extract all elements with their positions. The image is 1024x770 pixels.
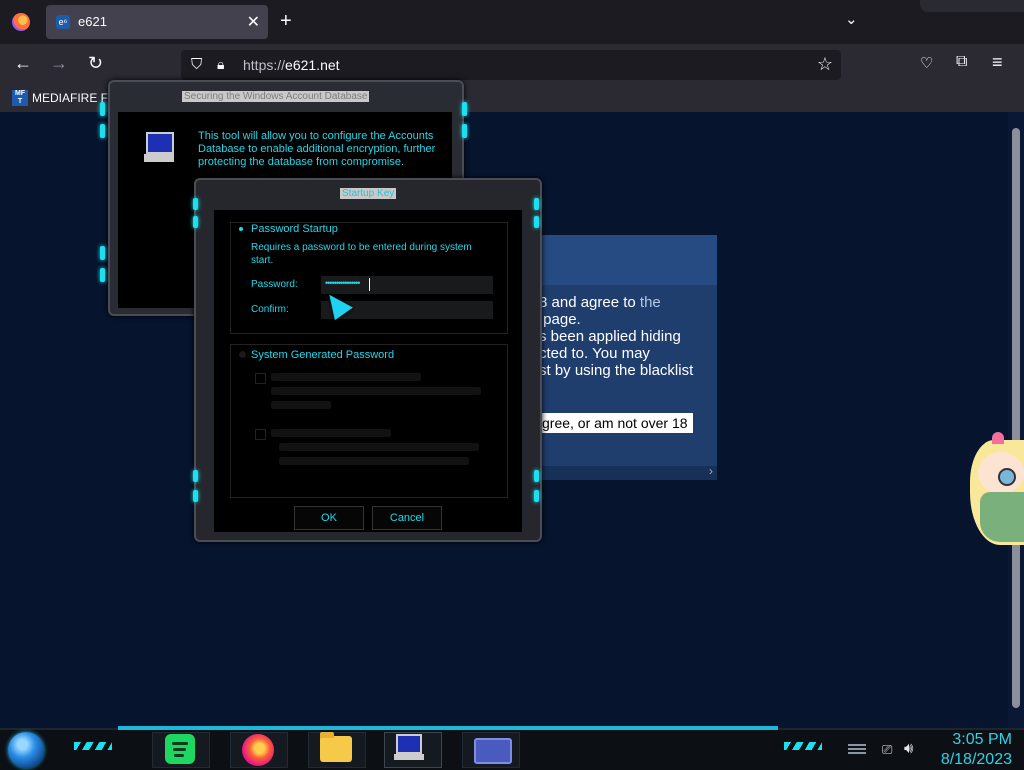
volume-speaker-icon[interactable]: 🔊︎ [904, 740, 913, 757]
account-database-tool-icon[interactable] [392, 734, 426, 762]
scroll-right-chevron-icon[interactable]: › [709, 464, 713, 478]
startup-key-dialog: Startup Key Password Startup Requires a … [193, 178, 542, 542]
dialog-body: Password Startup Requires a password to … [214, 210, 522, 532]
password-label: Password: [251, 279, 298, 290]
disabled-option-text [279, 443, 479, 451]
frame-light [193, 216, 198, 228]
clock-date: 8/18/2023 [940, 751, 1012, 768]
frame-light [534, 198, 539, 210]
new-tab-plus-icon[interactable]: + [280, 10, 292, 33]
mediafire-icon: MF T [12, 90, 28, 106]
extensions-puzzle-icon[interactable]: ⧉ [956, 53, 967, 71]
confirm-label: Confirm: [251, 304, 289, 315]
disabled-option-text [279, 457, 469, 465]
frame-light [100, 102, 105, 116]
system-generated-group: System Generated Password [230, 344, 508, 498]
disabled-option-checkbox [255, 429, 266, 440]
cancel-button[interactable]: Cancel [372, 506, 442, 530]
tab-close-icon[interactable]: ✕ [247, 12, 260, 32]
frame-light [462, 102, 467, 116]
address-bar[interactable]: ⛉ 🔒︎ https://e621.net ☆ [181, 50, 841, 80]
e621-favicon-icon: e⁶ [56, 15, 70, 29]
firefox-icon[interactable] [242, 734, 274, 766]
frame-light [100, 268, 105, 282]
list-all-tabs-chevron-down-icon[interactable]: ⌄ [845, 10, 858, 28]
start-orb-icon[interactable] [8, 732, 44, 768]
tab-title: e621 [78, 14, 107, 29]
computer-icon [144, 132, 178, 162]
tab-e621[interactable]: e⁶ e621 ✕ [46, 5, 268, 39]
desktop-mascot-character [962, 430, 1024, 550]
taskbar-decoration [784, 742, 822, 750]
network-icon[interactable]: ⎚ [882, 742, 892, 758]
system-generated-radio[interactable] [239, 351, 246, 358]
password-startup-radio[interactable] [239, 227, 243, 231]
lock-icon[interactable]: 🔒︎ [217, 56, 224, 73]
frame-light [193, 490, 198, 502]
ok-button[interactable]: OK [294, 506, 364, 530]
system-generated-label: System Generated Password [251, 349, 395, 361]
hamburger-menu-icon[interactable]: ≡ [992, 52, 1003, 73]
show-hidden-icons-icon[interactable] [848, 744, 866, 756]
url-text[interactable]: https://e621.net [243, 57, 340, 73]
system-clock[interactable]: 3:05 PM 8/18/2023 [930, 730, 1012, 770]
control-panel-card-icon[interactable] [474, 738, 512, 764]
tab-strip: e⁶ e621 ✕ + ⌄ [0, 0, 1024, 44]
age-gate-text: 8 and agree to the page. s been applied … [539, 294, 694, 379]
frame-light [462, 124, 467, 138]
password-input[interactable]: •••••••••••••••• [321, 276, 493, 294]
frame-light [534, 216, 539, 228]
disabled-option-text [271, 387, 481, 395]
window-title: Securing the Windows Account Database [182, 91, 370, 102]
page-scrollbar[interactable] [1008, 112, 1024, 728]
bookmark-star-icon[interactable]: ☆ [817, 54, 833, 75]
disabled-option-checkbox [255, 373, 266, 384]
frame-light [100, 124, 105, 138]
disabled-option-text [271, 373, 421, 381]
disabled-option-text [271, 429, 391, 437]
text-caret [369, 278, 370, 291]
frame-light [534, 490, 539, 502]
file-explorer-folder-icon[interactable] [320, 732, 352, 762]
back-arrow-icon[interactable]: ← [14, 53, 32, 74]
spotify-icon[interactable] [165, 734, 195, 764]
window-frame-decoration [920, 0, 1024, 12]
taskbar-glow-strip [118, 726, 778, 730]
pocket-icon[interactable]: ♡ [920, 54, 933, 72]
frame-light [193, 198, 198, 210]
password-startup-description: Requires a password to be entered during… [251, 242, 472, 266]
decline-button[interactable]: gree, or am not over 18 [539, 413, 693, 433]
page-scrollbar-thumb[interactable] [1012, 128, 1020, 708]
frame-light [534, 470, 539, 482]
clock-time: 3:05 PM [952, 731, 1012, 748]
disabled-option-text [271, 401, 331, 409]
age-gate-link[interactable]: the [640, 294, 661, 311]
reload-icon[interactable]: ↻ [88, 53, 103, 74]
frame-light [100, 246, 105, 260]
tracking-protection-shield-icon[interactable]: ⛉ [191, 56, 202, 73]
bookmark-label: MEDIAFIRE F [32, 91, 109, 105]
taskbar: ⎚ 🔊︎ 3:05 PM 8/18/2023 [0, 726, 1024, 770]
tool-description: This tool will allow you to configure th… [198, 130, 436, 168]
taskbar-decoration [74, 742, 112, 750]
dialog-title: Startup Key [340, 188, 397, 199]
forward-arrow-icon[interactable]: → [50, 53, 68, 74]
frame-light [193, 470, 198, 482]
password-startup-label: Password Startup [251, 223, 338, 235]
firefox-menu-icon[interactable] [12, 13, 30, 31]
password-startup-group: Password Startup Requires a password to … [230, 222, 508, 334]
